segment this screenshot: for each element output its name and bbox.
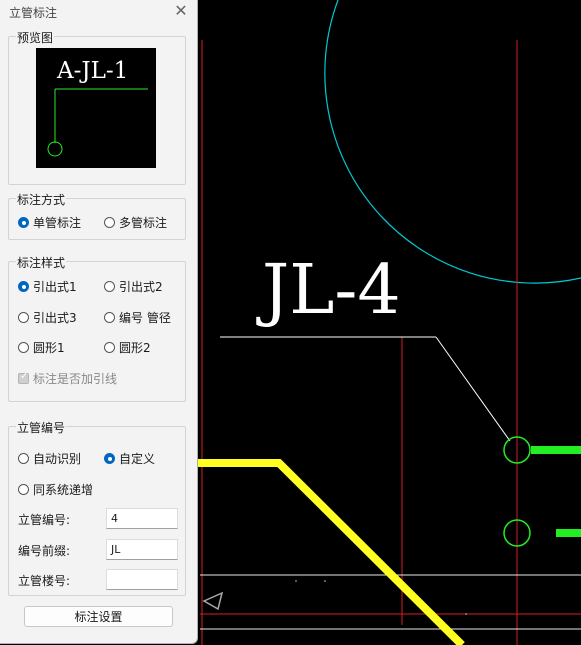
riser-annotation-dialog: 立管标注 ✕ 预览图 A-JL-1 标注方式 单管标注 多管标注 标注样式 引出… [0,0,198,644]
radio-leader-1[interactable]: 引出式1 [18,278,77,295]
radio-label: 引出式2 [119,280,163,294]
radio-button[interactable] [104,342,115,353]
radio-leader-3[interactable]: 引出式3 [18,309,77,326]
number-prefix-label: 编号前缀: [18,544,71,558]
leader-checkbox[interactable]: 标注是否加引线 [18,370,117,387]
radio-button[interactable] [104,312,115,323]
radio-label: 圆形2 [119,341,151,355]
checkbox-box[interactable] [18,371,29,384]
radio-button[interactable] [18,281,29,292]
riser-number-label: 立管编号: [18,513,71,527]
radio-auto-detect[interactable]: 自动识别 [18,450,81,467]
radio-custom[interactable]: 自定义 [104,450,155,467]
radio-single[interactable]: 单管标注 [18,214,81,231]
title-bar[interactable]: 立管标注 ✕ [0,0,197,24]
preview-text: A-JL-1 [56,58,128,84]
radio-label: 自定义 [119,452,156,466]
radio-label: 多管标注 [119,216,168,230]
building-number-label: 立管楼号: [18,574,71,588]
radio-number-diameter[interactable]: 编号 管径 [104,309,171,326]
style-group-label: 标注样式 [16,254,67,271]
radio-label: 单管标注 [33,216,82,230]
close-icon[interactable]: ✕ [172,2,190,20]
number-prefix-input[interactable]: JL [106,539,178,560]
radio-label: 圆形1 [33,341,65,355]
radio-circle-2[interactable]: 圆形2 [104,339,151,356]
radio-leader-2[interactable]: 引出式2 [104,278,163,295]
radio-button[interactable] [18,484,29,495]
radio-button[interactable] [18,217,29,228]
radio-label: 自动识别 [33,452,82,466]
point-marker [324,580,326,582]
radio-multi[interactable]: 多管标注 [104,214,167,231]
annotation-settings-button[interactable]: 标注设置 [24,606,173,627]
number-group-label: 立管编号 [16,419,67,436]
radio-button[interactable] [104,453,115,464]
annotation-text: JL-4 [256,251,401,330]
preview-label: 预览图 [16,29,55,46]
riser-number-input[interactable]: 4 [106,508,178,529]
radio-label: 同系统递增 [33,483,94,497]
radio-label: 引出式3 [33,311,77,325]
radio-label: 引出式1 [33,280,77,294]
building-number-input[interactable] [106,569,178,590]
mode-group-label: 标注方式 [16,191,67,208]
radio-button[interactable] [104,217,115,228]
checkbox-label: 标注是否加引线 [33,372,118,386]
radio-button[interactable] [104,281,115,292]
dialog-title: 立管标注 [9,6,58,20]
radio-label: 编号 管径 [119,311,171,325]
radio-button[interactable] [18,453,29,464]
radio-circle-1[interactable]: 圆形1 [18,339,65,356]
radio-button[interactable] [18,342,29,353]
point-marker [465,613,467,615]
radio-same-system-increment[interactable]: 同系统递增 [18,481,93,498]
radio-button[interactable] [18,312,29,323]
point-marker [295,580,297,582]
preview-image: A-JL-1 [36,48,156,168]
